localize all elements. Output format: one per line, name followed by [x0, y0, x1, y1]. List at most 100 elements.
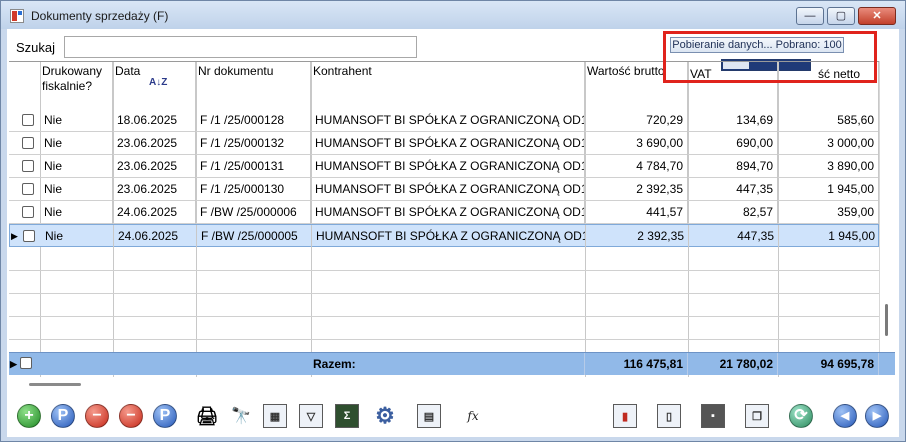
app-icon — [10, 9, 24, 23]
cell-date: 24.06.2025 — [113, 201, 196, 224]
next-button[interactable]: ▶ — [863, 402, 891, 430]
cell-net: 1 945,00 — [779, 225, 879, 248]
cell-date: 18.06.2025 — [113, 109, 196, 132]
cell-gross: 4 784,70 — [585, 155, 688, 178]
table-row[interactable]: ▶ Nie 24.06.2025 F /BW /25/000005 HUMANSOFT … — [9, 224, 879, 248]
cell-contractor: HUMANSOFT BI SPÓŁKA Z OGRANICZONĄ OD14 — [311, 109, 585, 132]
document-icon: ▯ — [657, 404, 681, 428]
table-row[interactable]: Nie 18.06.2025 F /1 /25/000128 HUMANSOFT BI… — [9, 109, 879, 132]
cell-number: F /BW /25/000005 — [197, 225, 312, 248]
totals-gross: 116 475,81 — [585, 353, 688, 375]
documents-grid[interactable]: Drukowany fiskalnie? Data A↓Z Nr dokumen… — [9, 61, 879, 377]
vertical-scrollbar[interactable] — [879, 61, 895, 352]
calendar-icon: ▦ — [263, 404, 287, 428]
cell-fiscal: Nie — [40, 132, 113, 155]
cell-net: 3 000,00 — [778, 132, 879, 155]
formula-button[interactable]: fx — [459, 402, 487, 430]
cell-vat: 134,69 — [688, 109, 778, 132]
formula-icon: fx — [467, 409, 479, 423]
preview-icon: P — [153, 404, 177, 428]
cell-number: F /1 /25/000130 — [196, 178, 311, 201]
column-header-net[interactable]: ść netto — [778, 62, 879, 109]
table-row[interactable]: Nie 23.06.2025 F /1 /25/000132 HUMANSOFT BI… — [9, 132, 879, 155]
filter-button[interactable]: ▽ — [297, 402, 325, 430]
cell-number: F /1 /25/000128 — [196, 109, 311, 132]
preview-button[interactable]: P — [151, 402, 179, 430]
previous-icon: ◀ — [833, 404, 857, 428]
row-checkbox[interactable] — [22, 183, 34, 195]
cell-net: 359,00 — [778, 201, 879, 224]
copy-button[interactable]: ❐ — [743, 402, 771, 430]
cell-gross: 2 392,35 — [585, 178, 688, 201]
progress-status: Pobieranie danych... Pobrano: 100 — [670, 37, 844, 53]
table-row[interactable]: Nie 24.06.2025 F /BW /25/000006 HUMANSOFT B… — [9, 201, 879, 224]
column-header-vat[interactable]: VAT — [688, 62, 778, 109]
view-button[interactable]: P — [49, 402, 77, 430]
cell-vat: 447,35 — [689, 225, 779, 248]
refresh-icon: ⟳ — [789, 404, 813, 428]
save-button[interactable]: ▪ — [699, 402, 727, 430]
title-bar[interactable]: Dokumenty sprzedaży (F) — ▢ ✕ — [1, 1, 905, 29]
column-header-fiscal[interactable]: Drukowany fiskalnie? — [40, 62, 113, 109]
empty-row-line — [9, 293, 879, 294]
table-row[interactable]: Nie 23.06.2025 F /1 /25/000131 HUMANSOFT BI… — [9, 155, 879, 178]
totals-vat: 21 780,02 — [688, 353, 778, 375]
printer-icon: 🖨 — [195, 405, 219, 426]
row-checkbox[interactable] — [22, 137, 34, 149]
find-button[interactable]: 🔭 — [227, 402, 255, 430]
column-header-number[interactable]: Nr dokumentu — [196, 62, 311, 109]
cell-date: 23.06.2025 — [113, 132, 196, 155]
delete-button[interactable]: − — [83, 402, 111, 430]
row-checkbox[interactable] — [23, 230, 35, 242]
row-checkbox[interactable] — [22, 114, 34, 126]
cell-fiscal: Nie — [40, 201, 113, 224]
settings-button[interactable]: ⚙ — [371, 402, 399, 430]
main-window: Dokumenty sprzedaży (F) — ▢ ✕ Szukaj Pob… — [0, 0, 906, 442]
document-button[interactable]: ▯ — [655, 402, 683, 430]
maximize-button[interactable]: ▢ — [827, 7, 855, 25]
chart-button[interactable]: ▮ — [611, 402, 639, 430]
column-header-date[interactable]: Data A↓Z — [113, 62, 196, 109]
export-icon: ▤ — [417, 404, 441, 428]
previous-button[interactable]: ◀ — [831, 402, 859, 430]
cell-fiscal: Nie — [40, 155, 113, 178]
empty-row-line — [9, 339, 879, 340]
refresh-button[interactable]: ⟳ — [787, 402, 815, 430]
cell-vat: 82,57 — [688, 201, 778, 224]
gears-icon: ⚙ — [375, 403, 395, 428]
sum-button[interactable]: Σ — [333, 402, 361, 430]
close-button[interactable]: ✕ — [858, 7, 896, 25]
table-row[interactable]: Nie 23.06.2025 F /1 /25/000130 HUMANSOFT BI… — [9, 178, 879, 201]
sum-icon: Σ — [335, 404, 359, 428]
save-icon: ▪ — [701, 404, 725, 428]
cell-gross: 3 690,00 — [585, 132, 688, 155]
vertical-scroll-thumb[interactable] — [885, 304, 888, 336]
cell-gross: 2 392,35 — [586, 225, 689, 248]
horizontal-scroll-thumb[interactable] — [29, 383, 81, 386]
export-button[interactable]: ▤ — [415, 402, 443, 430]
search-input[interactable] — [64, 36, 417, 58]
cancel-icon: − — [119, 404, 143, 428]
grid-body: Nie 18.06.2025 F /1 /25/000128 HUMANSOFT BI… — [9, 109, 879, 377]
binoculars-icon: 🔭 — [231, 408, 251, 425]
cancel-document-button[interactable]: − — [117, 402, 145, 430]
cell-date: 24.06.2025 — [114, 225, 197, 248]
print-button[interactable]: 🖨 — [193, 402, 221, 430]
row-checkbox[interactable] — [22, 160, 34, 172]
cell-vat: 690,00 — [688, 132, 778, 155]
column-header-contractor[interactable]: Kontrahent — [311, 62, 585, 109]
row-checkbox[interactable] — [22, 206, 34, 218]
totals-checkbox[interactable] — [20, 357, 32, 369]
calendar-button[interactable]: ▦ — [261, 402, 289, 430]
filter-icon: ▽ — [299, 404, 323, 428]
minimize-button[interactable]: — — [796, 7, 824, 25]
view-icon: P — [51, 404, 75, 428]
cell-gross: 441,57 — [585, 201, 688, 224]
cell-net: 3 890,00 — [778, 155, 879, 178]
add-button[interactable]: + — [15, 402, 43, 430]
cell-vat: 447,35 — [688, 178, 778, 201]
cell-vat: 894,70 — [688, 155, 778, 178]
column-header-gross[interactable]: Wartość brutto — [585, 62, 688, 109]
sort-ascending-icon[interactable]: A↓Z — [149, 78, 167, 88]
empty-row-line — [9, 316, 879, 317]
